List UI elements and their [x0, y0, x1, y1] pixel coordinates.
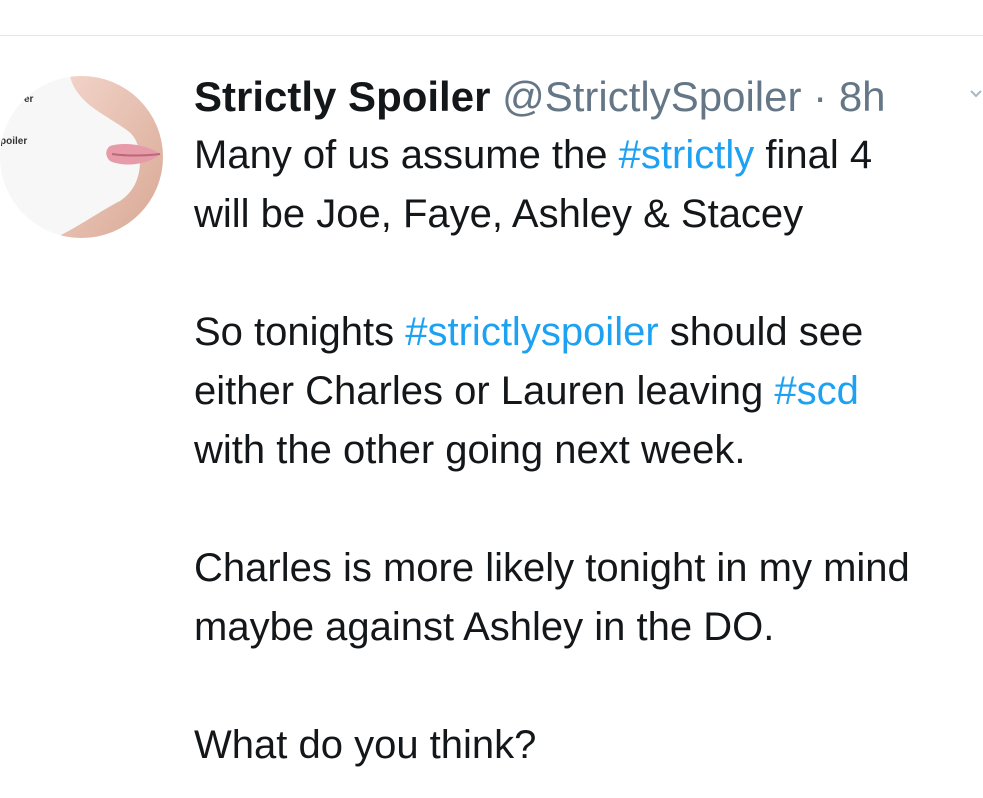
- avatar-label-bottom: poiler: [0, 136, 27, 147]
- avatar[interactable]: er poiler: [0, 76, 163, 238]
- display-name[interactable]: Strictly Spoiler: [194, 73, 490, 120]
- hashtag-strictly[interactable]: #strictly: [619, 133, 755, 177]
- separator-dot: ·: [813, 73, 828, 120]
- body-line-5: either Charles or Lauren leaving #scd: [194, 362, 983, 421]
- body-line-1: Many of us assume the #strictly final 4: [194, 126, 983, 185]
- avatar-label-top: er: [24, 94, 34, 105]
- hashtag-strictlyspoiler[interactable]: #strictlyspoiler: [405, 310, 658, 354]
- tweet-body: Many of us assume the #strictly final 4 …: [194, 126, 983, 775]
- body-line-11: What do you think?: [194, 723, 537, 767]
- timestamp[interactable]: 8h: [839, 73, 886, 120]
- body-line-9: maybe against Ashley in the DO.: [194, 605, 775, 649]
- body-text: should see: [658, 310, 864, 354]
- body-line-2: will be Joe, Faye, Ashley & Stacey: [194, 192, 804, 236]
- body-text: final 4: [754, 133, 873, 177]
- top-divider: [0, 35, 983, 36]
- user-handle[interactable]: @StrictlySpoiler: [502, 73, 801, 120]
- tweet-header: Strictly Spoiler @StrictlySpoiler · 8h: [194, 68, 983, 126]
- body-text: Many of us assume the: [194, 133, 619, 177]
- body-text: either Charles or Lauren leaving: [194, 369, 775, 413]
- body-line-4: So tonights #strictlyspoiler should see: [194, 303, 983, 362]
- tweet: Strictly Spoiler @StrictlySpoiler · 8h M…: [194, 68, 983, 798]
- hashtag-scd[interactable]: #scd: [774, 369, 859, 413]
- avatar-image: er poiler: [0, 76, 163, 238]
- body-text: So tonights: [194, 310, 406, 354]
- body-line-6: with the other going next week.: [194, 428, 746, 472]
- body-line-8: Charles is more likely tonight in my min…: [194, 546, 910, 590]
